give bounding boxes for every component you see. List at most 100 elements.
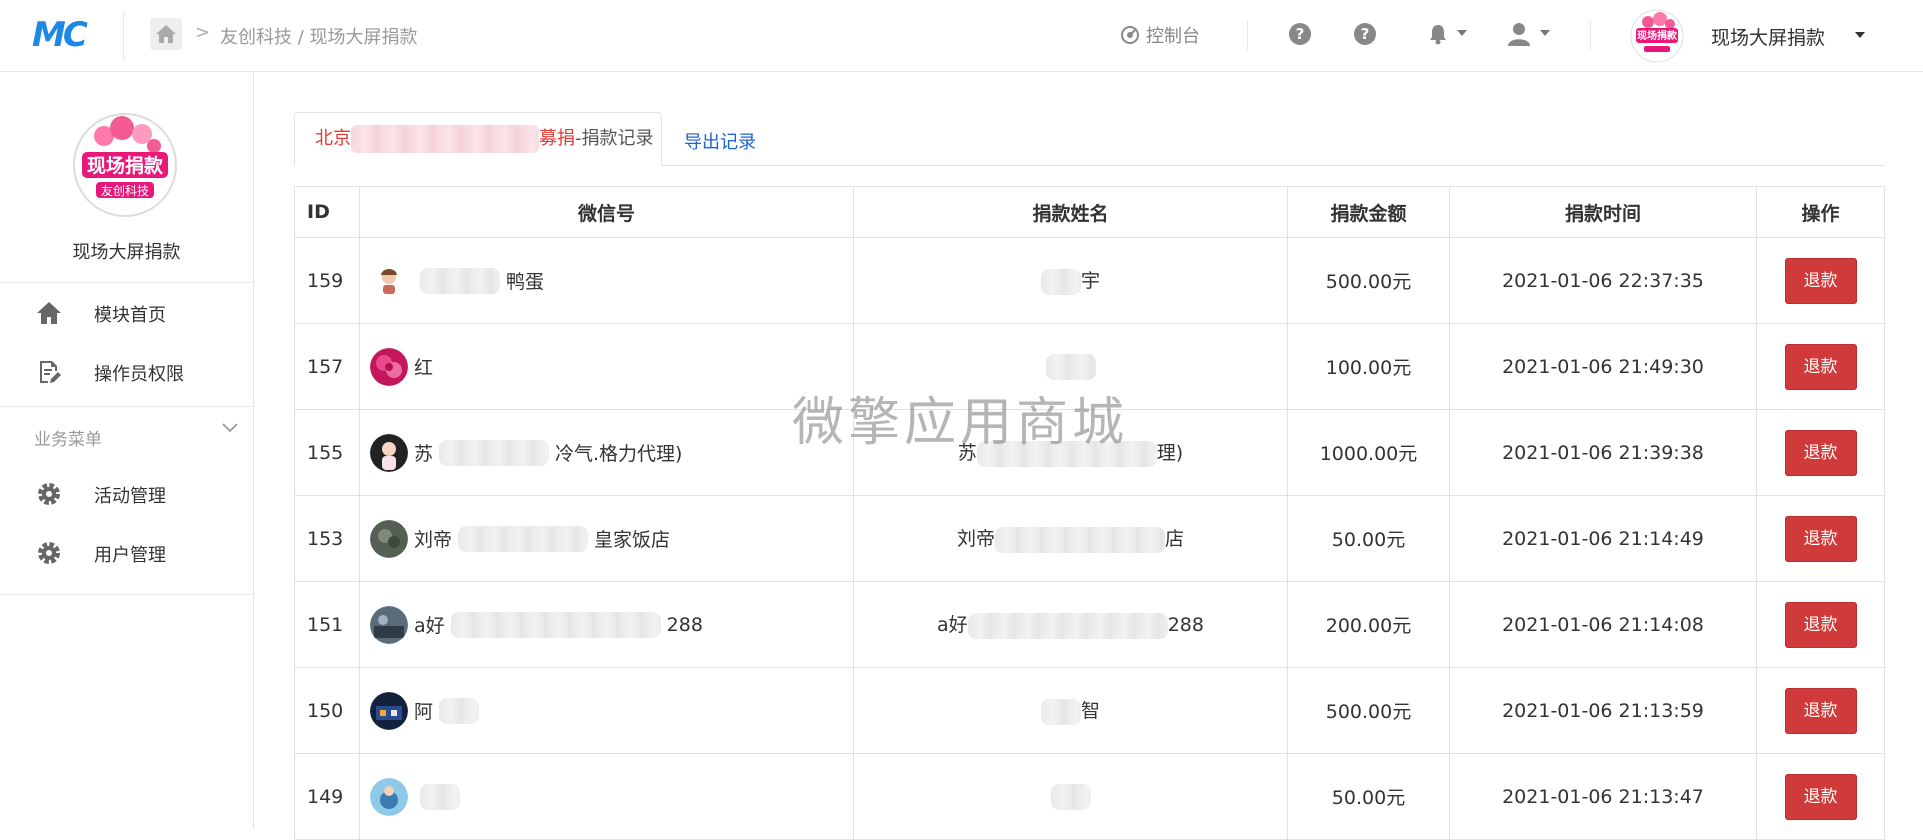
dashboard-icon: [1121, 26, 1139, 44]
table-row: 155 苏 冷气.格力代理) 苏 理) 1000.00元 2021-01-06 21…: [294, 409, 1885, 496]
help-icon[interactable]: ?: [1354, 23, 1376, 45]
refund-button[interactable]: 退款: [1784, 343, 1857, 390]
redacted-text: [351, 125, 539, 153]
column-header-donor-name: 捐款姓名: [853, 186, 1288, 238]
chevron-down-icon[interactable]: [1855, 32, 1865, 38]
donor-name-end: 店: [1165, 528, 1185, 551]
logo-divider: [123, 12, 124, 60]
cell-donor-name: [853, 753, 1288, 840]
redacted-text: [967, 612, 1168, 639]
cell-actions: 退款: [1756, 667, 1885, 754]
avatar: [370, 261, 408, 300]
section-title[interactable]: 业务菜单: [34, 425, 102, 450]
chevron-down-icon[interactable]: [222, 422, 238, 434]
gear-icon: [38, 542, 60, 564]
chevron-right-icon: >: [195, 22, 211, 43]
avatar: [370, 433, 408, 472]
cell-donor-name: 刘帝 店: [853, 495, 1288, 582]
cell-id: 155: [294, 409, 360, 496]
redacted-text: [439, 697, 480, 724]
avatar: [370, 519, 408, 558]
brand-avatar[interactable]: 现场捐款: [1630, 9, 1684, 63]
table-row: 151 a好 288 a好 288 200.00元 2021-01-06 21:14…: [294, 581, 1885, 668]
refund-button[interactable]: 退款: [1784, 429, 1857, 476]
sidebar-divider: [0, 282, 253, 283]
avatar: [370, 777, 408, 816]
app-logo[interactable]: MC: [32, 16, 88, 54]
sidebar-item-user-management[interactable]: 用户管理: [0, 530, 253, 574]
donor-name-start: a好: [937, 614, 968, 637]
chevron-down-icon[interactable]: [1540, 30, 1550, 36]
cell-actions: 退款: [1756, 495, 1885, 582]
donor-name-start: 刘帝: [956, 528, 995, 551]
cell-amount: 500.00元: [1287, 237, 1450, 324]
redacted-text: [1045, 353, 1096, 380]
wechat-name-end: 鸭蛋: [506, 271, 545, 293]
refund-button[interactable]: 退款: [1784, 687, 1857, 734]
chevron-down-icon[interactable]: [1457, 30, 1467, 36]
redacted-text: [420, 267, 500, 294]
cell-time: 2021-01-06 21:13:59: [1449, 667, 1757, 754]
sidebar-item-operator-permissions[interactable]: 操作员权限: [0, 349, 253, 393]
refund-button[interactable]: 退款: [1784, 601, 1857, 648]
cell-id: 149: [294, 753, 360, 840]
avatar: [370, 691, 408, 730]
sidebar-item-module-home[interactable]: 模块首页: [0, 290, 253, 334]
sidebar-divider: [0, 594, 253, 595]
home-button[interactable]: [150, 18, 182, 50]
user-icon[interactable]: [1508, 22, 1530, 46]
sidebar-item-label: 活动管理: [94, 486, 166, 507]
brand-name[interactable]: 现场大屏捐款: [1711, 23, 1825, 50]
top-bar: MC > 友创科技 / 现场大屏捐款 控制台 ? ? 现场捐款 现场大屏捐款: [0, 0, 1923, 72]
cell-time: 2021-01-06 21:49:30: [1449, 323, 1757, 410]
cell-amount: 50.00元: [1287, 495, 1450, 582]
help-icon[interactable]: ?: [1289, 23, 1311, 45]
redacted-text: [450, 611, 661, 638]
wechat-name-start: a好: [414, 615, 445, 637]
tab-label-suffix: -捐款记录: [575, 128, 654, 149]
brand-avatar-text: 现场捐款: [1637, 29, 1678, 42]
console-link[interactable]: 控制台: [1120, 22, 1200, 48]
module-logo: 现场捐款 友创科技: [73, 113, 177, 217]
home-icon: [156, 25, 176, 43]
cell-wechat: a好 288: [359, 581, 854, 668]
cell-wechat: 鸭蛋: [359, 237, 854, 324]
wechat-name-end: 皇家饭店: [594, 529, 671, 551]
cell-id: 151: [294, 581, 360, 668]
cell-id: 153: [294, 495, 360, 582]
cell-wechat: 红: [359, 323, 854, 410]
table-row: 149 50.00元 2021-01-06 21:13:47 退款: [294, 753, 1885, 840]
breadcrumb-text[interactable]: 友创科技 / 现场大屏捐款: [220, 27, 418, 48]
column-header-amount: 捐款金额: [1287, 186, 1450, 238]
redacted-text: [439, 439, 550, 466]
cell-time: 2021-01-06 21:14:49: [1449, 495, 1757, 582]
column-header-wechat: 微信号: [359, 186, 854, 238]
cell-amount: 50.00元: [1287, 753, 1450, 840]
bell-icon[interactable]: [1428, 23, 1448, 45]
cell-id: 150: [294, 667, 360, 754]
sidebar-item-label: 模块首页: [94, 305, 166, 326]
cell-amount: 100.00元: [1287, 323, 1450, 410]
cell-actions: 退款: [1756, 237, 1885, 324]
gear-icon: [38, 483, 60, 505]
tab-export-records[interactable]: 导出记录: [684, 128, 756, 154]
refund-button[interactable]: 退款: [1784, 515, 1857, 562]
breadcrumb[interactable]: 友创科技 / 现场大屏捐款: [220, 23, 418, 49]
cell-amount: 500.00元: [1287, 667, 1450, 754]
refund-button[interactable]: 退款: [1784, 257, 1857, 304]
redacted-text: [1040, 268, 1081, 295]
cell-id: 159: [294, 237, 360, 324]
sidebar-item-activity-management[interactable]: 活动管理: [0, 471, 253, 515]
table-row: 150 阿 智 500.00元 2021-01-06 21:13:59 退款: [294, 667, 1885, 754]
donor-name-end: 288: [1167, 614, 1204, 637]
wechat-name-end: 288: [666, 613, 703, 636]
table-row: 159 鸭蛋 宇 500.00元 2021-01-06 22:37:35 退款: [294, 237, 1885, 324]
wechat-name-start: 红: [414, 357, 434, 379]
refund-button[interactable]: 退款: [1784, 773, 1857, 820]
tab-donation-records[interactable]: 北京 募捐-捐款记录: [294, 112, 662, 166]
wechat-name-start: 刘帝: [414, 529, 453, 551]
cell-amount: 1000.00元: [1287, 409, 1450, 496]
cell-time: 2021-01-06 21:39:38: [1449, 409, 1757, 496]
cell-wechat: 刘帝 皇家饭店: [359, 495, 854, 582]
sidebar-item-label: 操作员权限: [94, 364, 184, 385]
